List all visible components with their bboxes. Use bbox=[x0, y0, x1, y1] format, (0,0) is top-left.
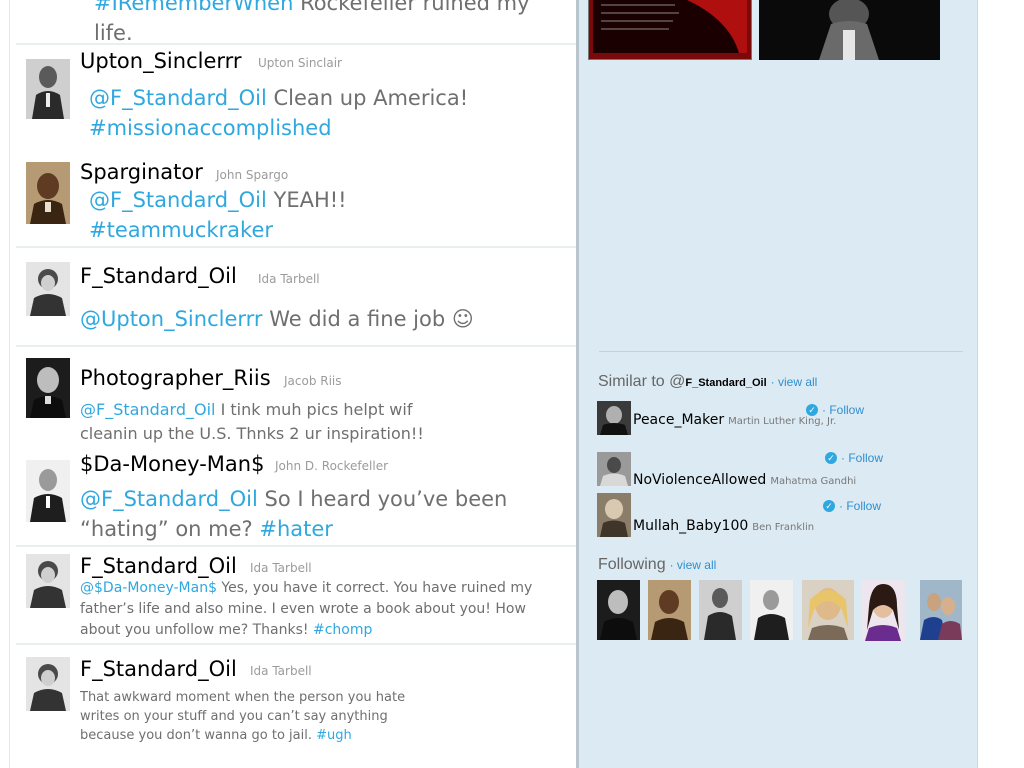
tweet: Upton_Sinclerrr Upton Sinclair @F_Standa… bbox=[16, 44, 576, 154]
avatar[interactable] bbox=[26, 358, 70, 418]
tweet-username[interactable]: F_Standard_Oil bbox=[80, 264, 237, 288]
avatar[interactable] bbox=[597, 452, 631, 486]
sidebar: Similar to @F_Standard_Oil · view all Pea… bbox=[579, 0, 978, 768]
tweet: F_Standard_Oil Ida Tarbell @Upton_Sincle… bbox=[16, 248, 576, 347]
tweet: F_Standard_Oil Ida Tarbell @$Da-Money-Ma… bbox=[16, 547, 576, 645]
suggested-fullname: Martin Luther King, Jr. bbox=[728, 416, 837, 427]
suggested-fullname: Mahatma Gandhi bbox=[770, 476, 857, 487]
avatar[interactable] bbox=[26, 460, 70, 522]
follow-button[interactable]: · Follow bbox=[822, 403, 864, 417]
suggested-fullname: Ben Franklin bbox=[752, 522, 815, 533]
following-avatar[interactable] bbox=[648, 580, 691, 640]
tweet-text: @F_Standard_Oil So I heard you’ve been “… bbox=[80, 487, 508, 541]
tweet-fullname: Ida Tarbell bbox=[250, 561, 312, 575]
similar-users-heading: Similar to @F_Standard_Oil · view all bbox=[598, 373, 818, 390]
hashtag-link[interactable]: #hater bbox=[259, 517, 333, 541]
following-avatar[interactable] bbox=[750, 580, 793, 640]
avatar[interactable] bbox=[26, 162, 70, 224]
tweet-fullname: Ida Tarbell bbox=[250, 664, 312, 678]
tweet-text: That awkward moment when the person you … bbox=[80, 690, 406, 743]
tweet-text: @F_Standard_Oil YEAH!! #teammuckraker bbox=[89, 188, 347, 242]
suggested-username[interactable]: Mullah_Baby100 Ben Franklin bbox=[633, 518, 814, 534]
following-avatar[interactable] bbox=[920, 580, 962, 640]
mention-link[interactable]: @F_Standard_Oil bbox=[89, 188, 267, 212]
avatar[interactable] bbox=[26, 262, 70, 316]
tweet-feed[interactable]: #IRememberWhen Rockefeller ruined my lif… bbox=[9, 0, 577, 768]
view-all-link[interactable]: · view all bbox=[670, 558, 717, 572]
hashtag-link[interactable]: #chomp bbox=[313, 622, 372, 638]
tweet-fullname: John Spargo bbox=[216, 168, 289, 182]
tweet: $Da-Money-Man$ John D. Rockefeller @F_St… bbox=[16, 447, 576, 547]
tweet-text: @Upton_Sinclerrr We did a fine job ☺ bbox=[80, 307, 474, 331]
media-thumbnail[interactable] bbox=[759, 0, 940, 60]
following-avatar[interactable] bbox=[861, 580, 905, 641]
avatar[interactable] bbox=[26, 59, 70, 119]
media-thumbnail[interactable] bbox=[588, 0, 752, 60]
tweet-username[interactable]: F_Standard_Oil bbox=[80, 554, 237, 578]
follow-button[interactable]: · Follow bbox=[841, 451, 883, 465]
avatar[interactable] bbox=[597, 493, 631, 537]
avatar[interactable] bbox=[26, 554, 70, 608]
tweet-text: #IRememberWhen Rockefeller ruined my lif… bbox=[94, 0, 530, 48]
avatar[interactable] bbox=[26, 657, 70, 711]
mention-link[interactable]: @F_Standard_Oil bbox=[89, 86, 267, 110]
hashtag-link[interactable]: #missionaccomplished bbox=[89, 116, 332, 140]
tweet-fullname: John D. Rockefeller bbox=[275, 459, 389, 473]
tweet-text: @F_Standard_Oil Clean up America! #missi… bbox=[89, 86, 469, 140]
following-avatar[interactable] bbox=[802, 580, 854, 640]
tweet-fullname: Jacob Riis bbox=[284, 374, 342, 388]
mention-link[interactable]: @F_Standard_Oil bbox=[80, 400, 215, 419]
tweet-username[interactable]: Upton_Sinclerrr bbox=[80, 49, 242, 73]
suggested-username[interactable]: Peace_Maker Martin Luther King, Jr. bbox=[633, 412, 836, 428]
following-avatar[interactable] bbox=[597, 580, 640, 640]
hashtag-link[interactable]: #IRememberWhen bbox=[94, 0, 293, 15]
mention-link[interactable]: @Upton_Sinclerrr bbox=[80, 307, 263, 331]
tweet-username[interactable]: Sparginator bbox=[80, 160, 203, 184]
tweet-username[interactable]: Photographer_Riis bbox=[80, 366, 271, 390]
tweet-fullname: Ida Tarbell bbox=[258, 272, 320, 286]
tweet-username[interactable]: $Da-Money-Man$ bbox=[80, 452, 264, 476]
avatar[interactable] bbox=[597, 401, 631, 435]
following-heading: Following · view all bbox=[598, 556, 717, 573]
verified-icon: ✓ bbox=[823, 500, 835, 512]
tweet: F_Standard_Oil Ida Tarbell That awkward … bbox=[16, 645, 576, 768]
view-all-link[interactable]: · view all bbox=[771, 375, 818, 389]
mention-link[interactable]: @$Da-Money-Man$ bbox=[80, 580, 217, 596]
verified-icon: ✓ bbox=[806, 404, 818, 416]
hashtag-link[interactable]: #teammuckraker bbox=[89, 218, 273, 242]
suggested-username[interactable]: NoViolenceAllowed Mahatma Gandhi bbox=[633, 472, 856, 488]
follow-button[interactable]: · Follow bbox=[839, 499, 881, 513]
mention-link[interactable]: @F_Standard_Oil bbox=[80, 487, 258, 511]
tweet-text: @$Da-Money-Man$ Yes, you have it correct… bbox=[80, 580, 533, 638]
tweet: Sparginator John Spargo @F_Standard_Oil … bbox=[16, 154, 576, 248]
hashtag-link[interactable]: #ugh bbox=[316, 728, 352, 743]
tweet: #IRememberWhen Rockefeller ruined my lif… bbox=[16, 0, 576, 45]
following-avatar[interactable] bbox=[699, 580, 742, 640]
tweet-username[interactable]: F_Standard_Oil bbox=[80, 657, 237, 681]
tweet-fullname: Upton Sinclair bbox=[258, 56, 342, 70]
tweet: Photographer_Riis Jacob Riis @F_Standard… bbox=[16, 347, 576, 447]
tweet-text: @F_Standard_Oil I tink muh pics helpt wi… bbox=[80, 400, 424, 443]
section-divider bbox=[599, 351, 963, 352]
verified-icon: ✓ bbox=[825, 452, 837, 464]
